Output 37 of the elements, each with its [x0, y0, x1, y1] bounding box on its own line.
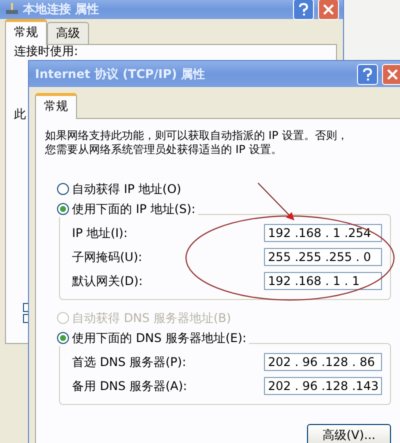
- ip-address-field[interactable]: 202 . 96 .128 . 86: [264, 353, 382, 371]
- radio-button[interactable]: [57, 332, 69, 344]
- ip-address-field[interactable]: 202 . 96 .128 .143: [264, 377, 382, 395]
- field-label: 默认网关(D):: [72, 272, 144, 290]
- ip-address-field[interactable]: 192 .168 . 1 .254: [264, 224, 382, 242]
- field-label: IP 地址(I):: [72, 224, 129, 242]
- close-icon: [323, 4, 334, 14]
- field-label: 备用 DNS 服务器(A):: [72, 378, 188, 394]
- radio-label: 自动获得 DNS 服务器地址(B): [72, 310, 232, 326]
- radio-button[interactable]: [57, 183, 69, 195]
- radio-label: 使用下面的 IP 地址(S):: [72, 200, 196, 218]
- radio-label: 使用下面的 DNS 服务器地址(E):: [72, 330, 246, 346]
- help-icon: [299, 2, 308, 16]
- help-button[interactable]: [293, 0, 314, 20]
- help-icon: [363, 68, 372, 80]
- close-icon: [387, 68, 398, 80]
- section-label: 连接时使用:: [14, 45, 78, 58]
- tab[interactable]: 常规: [5, 19, 47, 45]
- radio-button[interactable]: [57, 203, 69, 215]
- ip-address-field[interactable]: 255 .255 .255 . 0: [264, 248, 382, 266]
- tab[interactable]: 常规: [35, 93, 77, 119]
- radio-label: 自动获得 IP 地址(O): [72, 180, 182, 198]
- ip-address-field[interactable]: 192 .168 . 1 . 1: [264, 272, 382, 290]
- close-button[interactable]: [382, 64, 400, 84]
- description-text: 您需要从网络系统管理员处获得适当的 IP 设置。: [45, 143, 283, 157]
- tab[interactable]: 高级: [47, 22, 89, 44]
- close-button[interactable]: [318, 0, 339, 20]
- help-button[interactable]: [357, 64, 378, 84]
- annotation-arrow: [258, 182, 294, 220]
- window-title: Internet 协议 (TCP/IP) 属性: [35, 66, 206, 82]
- field-label: 首选 DNS 服务器(P):: [72, 354, 188, 370]
- field-label: 子网掩码(U):: [72, 248, 144, 266]
- network-icon: [5, 3, 19, 15]
- advanced-button[interactable]: 高级(V)...: [307, 424, 391, 443]
- window-title: 本地连接 属性: [23, 0, 100, 18]
- section-label: 此: [14, 108, 26, 121]
- description-text: 如果网络支持此功能，则可以获取自动指派的 IP 设置。否则，: [45, 129, 349, 143]
